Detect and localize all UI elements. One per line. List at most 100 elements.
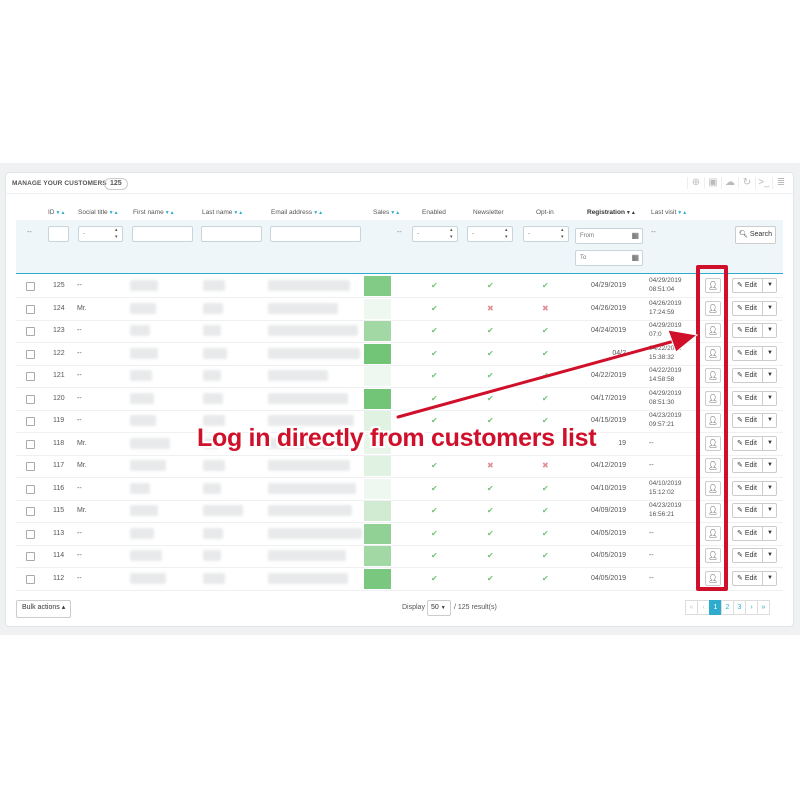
page-button[interactable]: » bbox=[757, 600, 770, 615]
social-title-filter-select[interactable]: - bbox=[78, 226, 123, 242]
enabled-check-icon[interactable]: ✔ bbox=[431, 320, 438, 342]
edit-button[interactable]: ✎ Edit ▼ bbox=[732, 480, 777, 496]
registration-to-input[interactable]: To ▦ bbox=[575, 250, 643, 266]
enabled-check-icon[interactable]: ✔ bbox=[431, 343, 438, 365]
enabled-check-icon[interactable]: ✔ bbox=[431, 478, 438, 500]
enabled-check-icon[interactable]: ✔ bbox=[431, 455, 438, 477]
col-last-name[interactable]: Last name▼▲ bbox=[202, 209, 243, 216]
edit-button[interactable]: ✎ Edit ▼ bbox=[732, 570, 777, 586]
newsletter-check-icon[interactable]: ✔ bbox=[487, 523, 494, 545]
optin-check-icon[interactable]: ✔ bbox=[542, 568, 549, 590]
newsletter-check-icon[interactable]: ✔ bbox=[487, 568, 494, 590]
col-registration[interactable]: Registration▼▲ bbox=[587, 209, 636, 216]
edit-button[interactable]: ✎ Edit ▼ bbox=[732, 390, 777, 406]
export-icon[interactable]: ▣ bbox=[704, 177, 721, 189]
enabled-check-icon[interactable]: ✔ bbox=[431, 523, 438, 545]
optin-check-icon[interactable]: ✔ bbox=[542, 343, 549, 365]
sort-icon[interactable]: ▼▲ bbox=[626, 210, 636, 216]
caret-down-icon[interactable]: ▼ bbox=[767, 279, 773, 292]
optin-check-icon[interactable]: ✔ bbox=[542, 320, 549, 342]
first-name-filter-input[interactable] bbox=[132, 226, 193, 242]
optin-filter-select[interactable]: - bbox=[523, 226, 569, 242]
caret-down-icon[interactable]: ▼ bbox=[767, 414, 773, 427]
newsletter-check-icon[interactable]: ✔ bbox=[487, 320, 494, 342]
optin-check-icon[interactable]: ✔ bbox=[542, 500, 549, 522]
enabled-check-icon[interactable]: ✔ bbox=[431, 388, 438, 410]
edit-button[interactable]: ✎ Edit ▼ bbox=[732, 435, 777, 451]
caret-down-icon[interactable]: ▼ bbox=[767, 369, 773, 382]
caret-down-icon[interactable]: ▼ bbox=[767, 504, 773, 517]
col-sales[interactable]: Sales▼▲ bbox=[373, 209, 400, 216]
caret-down-icon[interactable]: ▼ bbox=[767, 549, 773, 562]
enabled-check-icon[interactable]: ✔ bbox=[431, 275, 438, 297]
col-social-title[interactable]: Social title▼▲ bbox=[78, 209, 119, 216]
edit-button[interactable]: ✎ Edit ▼ bbox=[732, 548, 777, 563]
sort-icon[interactable]: ▼▲ bbox=[390, 210, 400, 216]
id-filter-input[interactable] bbox=[48, 226, 69, 242]
edit-button[interactable]: ✎ Edit ▼ bbox=[732, 368, 777, 383]
caret-down-icon[interactable]: ▼ bbox=[767, 437, 773, 450]
enabled-check-icon[interactable]: ✔ bbox=[431, 500, 438, 522]
optin-check-icon[interactable]: ✔ bbox=[542, 275, 549, 297]
row-checkbox[interactable] bbox=[26, 507, 35, 516]
sort-icon[interactable]: ▼▲ bbox=[109, 210, 119, 216]
newsletter-check-icon[interactable]: ✔ bbox=[487, 343, 494, 365]
sort-icon[interactable]: ▼▲ bbox=[313, 210, 323, 216]
enabled-check-icon[interactable]: ✔ bbox=[431, 298, 438, 320]
caret-down-icon[interactable]: ▼ bbox=[767, 347, 773, 360]
newsletter-cross-icon[interactable]: ✖ bbox=[487, 455, 494, 477]
optin-cross-icon[interactable]: ✖ bbox=[542, 298, 549, 320]
row-checkbox[interactable] bbox=[26, 372, 35, 381]
optin-cross-icon[interactable]: ✖ bbox=[542, 455, 549, 477]
caret-down-icon[interactable]: ▼ bbox=[767, 302, 773, 315]
edit-button[interactable]: ✎ Edit ▼ bbox=[732, 525, 777, 541]
col-first-name[interactable]: First name▼▲ bbox=[133, 209, 175, 216]
email-filter-input[interactable] bbox=[270, 226, 361, 242]
sort-icon[interactable]: ▼▲ bbox=[56, 210, 66, 216]
caret-down-icon[interactable]: ▼ bbox=[767, 459, 773, 472]
row-checkbox[interactable] bbox=[26, 462, 35, 471]
row-checkbox[interactable] bbox=[26, 574, 35, 584]
edit-button[interactable]: ✎ Edit ▼ bbox=[732, 413, 777, 428]
database-icon[interactable]: ≣ bbox=[772, 177, 789, 189]
edit-button[interactable]: ✎ Edit ▼ bbox=[732, 300, 777, 316]
edit-button[interactable]: ✎ Edit ▼ bbox=[732, 503, 777, 518]
newsletter-check-icon[interactable]: ✔ bbox=[487, 275, 494, 297]
newsletter-filter-select[interactable]: - bbox=[467, 226, 513, 242]
add-icon[interactable]: ⊕ bbox=[687, 177, 704, 189]
sort-icon[interactable]: ▼▲ bbox=[677, 210, 687, 216]
row-checkbox[interactable] bbox=[26, 327, 35, 336]
edit-button[interactable]: ✎ Edit ▼ bbox=[732, 345, 777, 361]
newsletter-check-icon[interactable]: ✔ bbox=[487, 545, 494, 567]
edit-button[interactable]: ✎ Edit ▼ bbox=[732, 278, 777, 293]
import-icon[interactable]: ☁ bbox=[721, 177, 738, 189]
enabled-filter-select[interactable]: - bbox=[412, 226, 458, 242]
enabled-check-icon[interactable]: ✔ bbox=[431, 568, 438, 590]
caret-down-icon[interactable]: ▼ bbox=[767, 324, 773, 337]
optin-check-icon[interactable]: ✔ bbox=[542, 478, 549, 500]
newsletter-check-icon[interactable]: ✔ bbox=[487, 365, 494, 387]
newsletter-check-icon[interactable]: ✔ bbox=[487, 388, 494, 410]
optin-check-icon[interactable]: ✔ bbox=[542, 545, 549, 567]
col-id[interactable]: ID▼▲ bbox=[48, 209, 65, 216]
caret-down-icon[interactable]: ▼ bbox=[767, 392, 773, 405]
newsletter-check-icon[interactable]: ✔ bbox=[487, 478, 494, 500]
edit-button[interactable]: ✎ Edit ▼ bbox=[732, 458, 777, 473]
row-checkbox[interactable] bbox=[26, 529, 35, 539]
row-checkbox[interactable] bbox=[26, 304, 35, 314]
row-checkbox[interactable] bbox=[26, 484, 35, 494]
caret-down-icon[interactable]: ▼ bbox=[767, 527, 773, 540]
optin-check-icon[interactable]: ✔ bbox=[542, 523, 549, 545]
sort-icon[interactable]: ▼▲ bbox=[233, 210, 243, 216]
row-checkbox[interactable] bbox=[26, 552, 35, 561]
registration-from-input[interactable]: From ▦ bbox=[575, 228, 643, 244]
refresh-icon[interactable]: ↻ bbox=[738, 177, 755, 189]
bulk-actions-button[interactable]: Bulk actions ▴ bbox=[16, 600, 72, 618]
col-email[interactable]: Email address▼▲ bbox=[271, 209, 323, 216]
enabled-check-icon[interactable]: ✔ bbox=[431, 545, 438, 567]
enabled-check-icon[interactable]: ✔ bbox=[431, 365, 438, 387]
last-name-filter-input[interactable] bbox=[201, 226, 262, 242]
caret-down-icon[interactable]: ▼ bbox=[767, 572, 773, 585]
sort-icon[interactable]: ▼▲ bbox=[165, 210, 175, 216]
optin-check-icon[interactable]: ✔ bbox=[542, 365, 549, 387]
